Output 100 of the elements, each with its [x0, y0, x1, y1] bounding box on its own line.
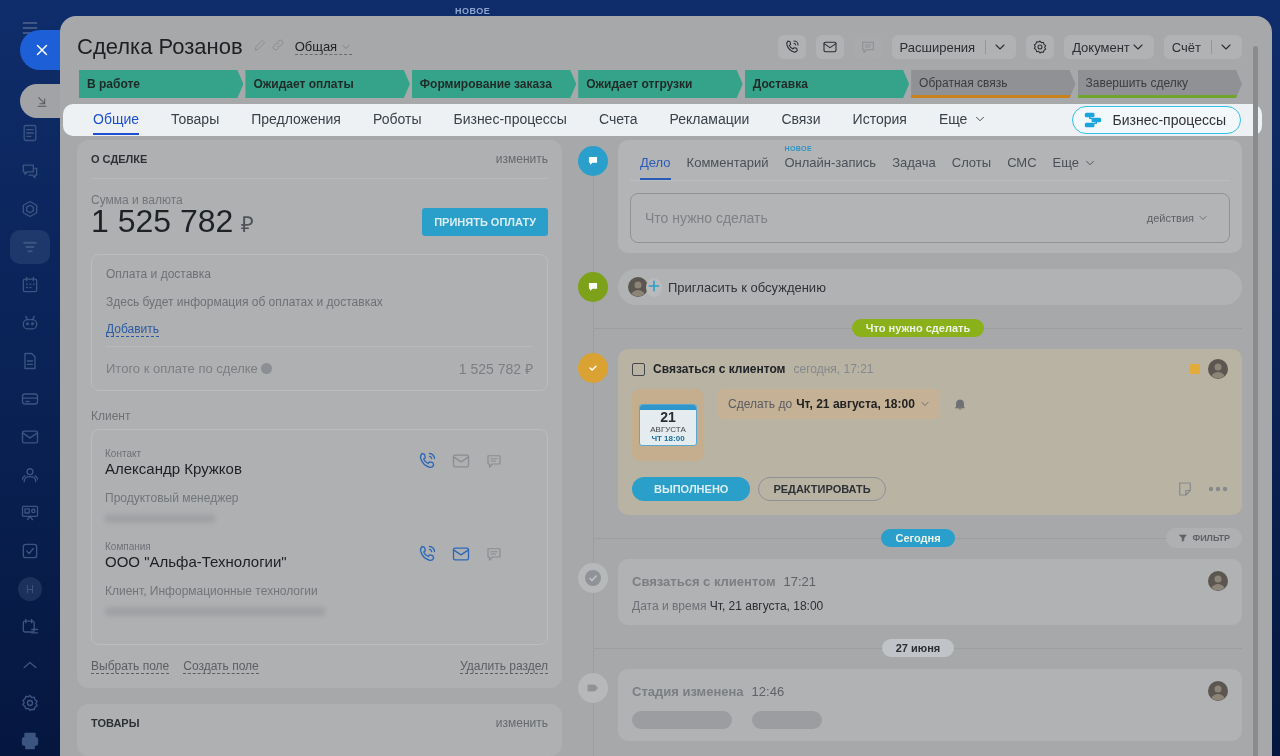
calendar-icon [20, 275, 40, 295]
stage-step[interactable]: Завершить сделку [1077, 70, 1242, 98]
client-type: Компания [105, 541, 152, 552]
activity-tab[interactable]: Слоты [951, 155, 992, 180]
icon-button[interactable] [815, 35, 844, 59]
section-title: О СДЕЛКЕ [91, 153, 148, 165]
checkbox-icon [20, 541, 40, 561]
calendar-time: ЧТ 18:00 [650, 434, 686, 443]
split-button[interactable]: Расширения [891, 35, 1017, 59]
phone-icon [417, 450, 437, 471]
stage-step[interactable]: Формирование заказа [411, 70, 577, 98]
split-button[interactable]: Счёт [1163, 35, 1242, 59]
speech-bubble-icon [586, 154, 600, 168]
pencil-icon [252, 38, 267, 52]
stage-step[interactable]: В работе [79, 70, 244, 98]
done-button[interactable]: ВЫПОЛНЕНО [632, 477, 751, 501]
deal-title: Сделка Розанов [77, 34, 243, 60]
note-icon [1176, 480, 1194, 498]
info-text: Здесь будет информация об оплатах и доставках [106, 295, 384, 309]
invite-bar[interactable]: Пригласить к обсуждению [618, 269, 1242, 305]
date-divider-pill: 27 июня [881, 639, 955, 657]
tab[interactable]: Рекламации [669, 111, 750, 135]
mail-icon [821, 39, 838, 55]
tab[interactable]: Еще [938, 111, 988, 135]
calendar-list-icon [20, 617, 40, 637]
stage-step[interactable]: Доставка [744, 70, 910, 98]
currency-sign: ₽ [241, 212, 255, 237]
activity-tab[interactable]: СМС [1007, 155, 1037, 180]
edit-link[interactable]: изменить [495, 716, 548, 730]
checkbox[interactable] [632, 362, 645, 376]
field-link[interactable]: Выбрать поле [91, 659, 170, 674]
activity-tab[interactable]: Задача [892, 155, 936, 180]
help-icon[interactable] [260, 363, 272, 374]
avatar [1208, 681, 1228, 701]
people-icon [20, 465, 40, 485]
field-label: Сумма и валюта [91, 193, 184, 207]
filter-button[interactable]: ФИЛЬТР [1166, 528, 1242, 548]
date-divider-pill: Что нужно сделать [851, 319, 985, 337]
robot-icon [20, 313, 40, 333]
activity-tab[interactable]: Еще [1052, 155, 1098, 180]
stage-step[interactable]: Ожидает оплаты [245, 70, 410, 98]
more-icon[interactable] [1208, 486, 1228, 492]
presentation-icon [20, 503, 40, 523]
business-process-button[interactable]: Бизнес-процессы [1071, 106, 1241, 134]
date-divider-pill: Сегодня [881, 529, 955, 547]
invite-text: Пригласить к обсуждению [668, 279, 826, 295]
check-circle-icon [585, 570, 601, 586]
settings-icon [20, 693, 40, 713]
calendar-month: АВГУСТА [649, 425, 687, 434]
dropdown-button[interactable]: Документ [1064, 35, 1154, 59]
entry-time: 12:46 [751, 683, 785, 699]
client-name[interactable]: Александр Кружков [105, 460, 417, 477]
bell-icon [952, 397, 967, 411]
link-icon [270, 38, 285, 52]
add-link[interactable]: Добавить [106, 322, 160, 337]
printer-icon [20, 731, 40, 751]
panel-title: Оплата и доставка [106, 267, 212, 281]
tab[interactable]: Бизнес-процессы [453, 111, 567, 135]
speech-bubble-icon [586, 280, 600, 294]
funnel-icon [1178, 533, 1189, 543]
flow-icon [1082, 110, 1103, 130]
stage-step[interactable]: Ожидает отгрузки [578, 70, 743, 98]
activity-tab[interactable]: Комментарий [686, 155, 769, 180]
hexagon-icon [20, 199, 40, 219]
chat-icon [859, 39, 876, 55]
section-title: ТОВАРЫ [91, 717, 140, 729]
phone-icon [417, 543, 437, 564]
tab[interactable]: Связи [781, 111, 821, 135]
field-label: Клиент [91, 409, 132, 423]
client-type: Контакт [105, 448, 142, 459]
tab[interactable]: Общие [93, 111, 140, 135]
phone-icon [783, 39, 800, 55]
avatar [1208, 359, 1228, 379]
avatar [1208, 571, 1228, 591]
deadline-selector[interactable]: Сделать до Чт, 21 августа, 18:00 [718, 389, 939, 419]
icon-button[interactable] [1026, 35, 1055, 59]
tag-icon [586, 681, 600, 695]
activity-tab[interactable]: Дело [640, 155, 671, 180]
scrollbar[interactable] [1253, 46, 1258, 756]
entry-time: 17:21 [783, 573, 817, 589]
avatar [628, 277, 648, 297]
tab[interactable]: История [852, 111, 907, 135]
task-title: Связаться с клиентом [653, 362, 786, 376]
entry-detail: Дата и время Чт, 21 августа, 18:00 [632, 599, 825, 613]
tab[interactable]: Предложения [251, 111, 341, 135]
actions-dropdown[interactable]: действия [1140, 211, 1215, 225]
category-selector[interactable]: Общая [294, 39, 353, 55]
tab[interactable]: Товары [171, 111, 220, 135]
client-name[interactable]: ООО "Альфа-Технологии" [105, 553, 417, 570]
new-label: НОВОЕ [455, 6, 491, 16]
calendar-day: 21 [640, 410, 696, 425]
tab[interactable]: Роботы [372, 111, 422, 135]
delete-section-link[interactable]: Удалить раздел [460, 659, 548, 674]
edit-link[interactable]: изменить [495, 152, 548, 166]
field-link[interactable]: Создать поле [183, 659, 259, 674]
stage-step[interactable]: Обратная связь [911, 70, 1076, 98]
accept-payment-button[interactable]: ПРИНЯТЬ ОПЛАТУ [422, 207, 548, 236]
tab[interactable]: Счета [598, 111, 638, 135]
client-detail: Клиент, Информационные технологии [105, 584, 319, 598]
icon-button[interactable] [777, 35, 806, 59]
